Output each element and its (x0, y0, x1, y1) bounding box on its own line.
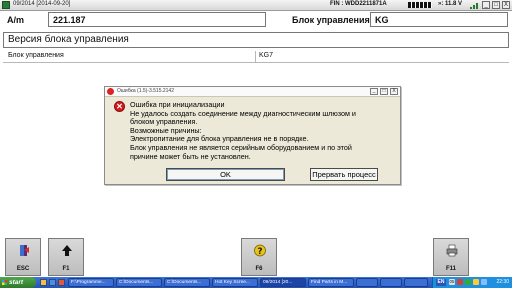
esc-label: ESC (16, 266, 30, 272)
tray-icon[interactable] (457, 279, 463, 285)
column-divider (255, 51, 256, 63)
taskbar-item[interactable] (356, 278, 378, 287)
dialog-maximize-button[interactable]: □ (380, 88, 388, 95)
taskbar-item[interactable]: C:\Documents... (116, 278, 162, 287)
abort-process-button[interactable]: Прервать процесс (310, 168, 378, 181)
f6-button[interactable]: ? F6 (241, 238, 277, 276)
dialog-minimize-button[interactable]: _ (370, 88, 378, 95)
table-cell-version: KG7 (259, 52, 274, 59)
dialog-title-bar: Ошибка (1.5)-3.515.2142 _ □ X (105, 87, 400, 97)
ok-button[interactable]: OK (166, 168, 285, 181)
control-unit-value-field: KG (370, 12, 508, 27)
close-button[interactable]: X (502, 1, 510, 9)
error-message: Ошибка при инициализации Не удалось созд… (130, 100, 392, 161)
tray-icon[interactable] (473, 279, 479, 285)
language-indicator[interactable]: EN (436, 279, 446, 286)
dialog-close-button[interactable]: X (390, 88, 398, 95)
signal-strength-icon (470, 2, 478, 9)
printer-icon (446, 244, 458, 257)
f11-label: F11 (445, 266, 456, 272)
minimize-button[interactable]: _ (482, 1, 490, 9)
taskbar-item[interactable]: Hot Key Scree... (212, 278, 258, 287)
taskbar-item[interactable]: C:\Documents... (164, 278, 210, 287)
table-row[interactable]: Блок управления KG7 (3, 51, 509, 63)
dialog-error-icon (107, 88, 114, 95)
error-dialog: Ошибка (1.5)-3.515.2142 _ □ X ✕ Ошибка п… (104, 86, 401, 185)
redacted-fin-mark (408, 2, 432, 8)
title-bar: 09/2014 [2014-09-20] FIN : WDD2211871A »… (0, 0, 512, 11)
esc-button[interactable]: ESC (5, 238, 41, 276)
f6-label: F6 (255, 266, 263, 272)
f11-button[interactable]: F11 (433, 238, 469, 276)
am-value-field: 221.187 (48, 12, 266, 27)
taskbar-item[interactable] (404, 278, 428, 287)
app-icon (2, 1, 10, 9)
battery-voltage: »: 11.8 V (438, 1, 463, 7)
error-message-line: причине может быть не установлен. (130, 151, 251, 161)
control-unit-label: Блок управления (292, 15, 370, 25)
tray-counter[interactable]: 05 (449, 279, 455, 285)
tray-icon[interactable] (481, 279, 487, 285)
am-label: A/m (7, 15, 25, 25)
app-window: 09/2014 [2014-09-20] FIN : WDD2211871A »… (0, 0, 512, 288)
fin-label: FIN : WDD2211871A (330, 1, 387, 7)
svg-text:?: ? (257, 247, 262, 257)
help-icon: ? (254, 244, 266, 257)
f1-label: F1 (62, 266, 70, 272)
taskbar-item[interactable]: Find Parts in M... (308, 278, 354, 287)
clock: 22:30 (496, 279, 509, 285)
maximize-button[interactable]: □ (492, 1, 500, 9)
section-title: Версия блока управления (3, 32, 509, 48)
start-button[interactable]: start (0, 277, 36, 288)
arrow-up-icon (61, 244, 73, 257)
table-cell-control-unit: Блок управления (8, 52, 64, 59)
system-tray: EN 05 22:30 (432, 277, 512, 288)
dialog-title: Ошибка (1.5)-3.515.2142 (117, 88, 174, 94)
tray-icon[interactable] (465, 279, 471, 285)
quick-launch-icon[interactable] (49, 279, 56, 286)
taskbar-item[interactable] (380, 278, 402, 287)
quick-launch-icon[interactable] (40, 279, 47, 286)
f1-button[interactable]: F1 (48, 238, 84, 276)
error-icon: ✕ (114, 101, 125, 112)
window-title: 09/2014 [2014-09-20] (13, 1, 71, 7)
taskbar: start F:\Programme... C:\Documents... C:… (0, 277, 512, 288)
taskbar-item[interactable]: F:\Programme... (68, 278, 114, 287)
exit-icon (18, 244, 30, 257)
quick-launch-icon[interactable] (58, 279, 65, 286)
taskbar-item-active[interactable]: 09/2014 [20... (260, 278, 306, 287)
